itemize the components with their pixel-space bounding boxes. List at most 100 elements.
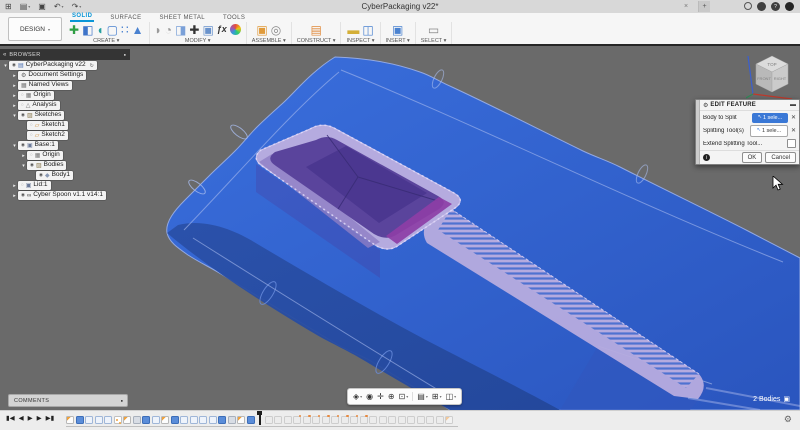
change-parameters-icon[interactable]: ƒx bbox=[217, 25, 227, 34]
insert-canvas-icon[interactable]: ▣ bbox=[392, 24, 403, 36]
tree-expand-icon[interactable]: ▾ bbox=[11, 143, 18, 149]
timeline-feature[interactable] bbox=[237, 416, 245, 424]
notifications-icon[interactable] bbox=[757, 2, 766, 11]
browser-collapse-icon[interactable]: « bbox=[3, 52, 6, 58]
construction-plane-icon[interactable]: ▤ bbox=[310, 24, 321, 36]
timeline-feature[interactable] bbox=[152, 416, 160, 424]
tree-node-chip[interactable]: ◉▤CyberPackaging v22↻ bbox=[9, 61, 97, 70]
extrude-icon[interactable]: ◧ bbox=[82, 24, 93, 36]
timeline-feature[interactable] bbox=[161, 416, 169, 424]
tree-expand-icon[interactable]: ▾ bbox=[11, 113, 18, 119]
new-component-icon[interactable]: ▣ bbox=[256, 24, 267, 36]
pattern-icon[interactable]: ∷ bbox=[121, 24, 129, 36]
job-status-icon[interactable] bbox=[744, 2, 752, 10]
pan-icon[interactable]: ✛ bbox=[377, 393, 384, 401]
profile-avatar-icon[interactable] bbox=[785, 2, 794, 11]
tree-expand-icon[interactable]: ▸ bbox=[11, 103, 18, 109]
tab-close-icon[interactable]: × bbox=[684, 0, 688, 13]
visibility-bulb-icon[interactable]: ○ bbox=[30, 153, 33, 158]
measure-icon[interactable]: ▬ bbox=[347, 24, 359, 36]
browser-item[interactable]: ▸○▦Origin bbox=[2, 151, 106, 160]
tab-tools[interactable]: TOOLS bbox=[221, 14, 247, 22]
timeline-settings-icon[interactable]: ⚙ bbox=[784, 415, 792, 424]
timeline-feature[interactable] bbox=[379, 416, 387, 424]
browser-item[interactable]: ▾◉▨Bodies bbox=[2, 161, 106, 170]
timeline-feature[interactable] bbox=[114, 416, 122, 424]
visibility-bulb-icon[interactable]: ○ bbox=[21, 183, 24, 188]
timeline-feature[interactable] bbox=[104, 416, 112, 424]
timeline-feature[interactable] bbox=[331, 416, 339, 424]
tree-node-chip[interactable]: ○▣Lid:1 bbox=[18, 181, 51, 190]
body-to-split-selection[interactable]: ↖ 1 sele... bbox=[752, 113, 788, 123]
info-icon[interactable]: i bbox=[703, 154, 710, 161]
tree-expand-icon[interactable]: ▸ bbox=[20, 153, 27, 159]
viewport-canvas[interactable]: TOP FRONT RIGHT « BROWSER ● ▾◉▤CyberPack… bbox=[0, 46, 800, 410]
section-analysis-icon[interactable]: ◫ bbox=[362, 24, 373, 36]
replace-face-icon[interactable]: ▣ bbox=[202, 24, 213, 36]
tree-node-chip[interactable]: ◉∞Cyber Spoon v1.1 v14:1 bbox=[18, 191, 106, 200]
workspace-switcher-button[interactable]: DESIGN ▾ bbox=[8, 17, 62, 41]
revolve-icon[interactable]: ▲ bbox=[132, 24, 144, 36]
timeline-feature[interactable] bbox=[76, 416, 84, 424]
viewcube-front-label[interactable]: FRONT bbox=[757, 76, 771, 81]
timeline-feature[interactable] bbox=[66, 416, 74, 424]
dialog-collapse-icon[interactable]: ▬ bbox=[790, 102, 796, 108]
timeline-feature[interactable] bbox=[171, 416, 179, 424]
fillet-icon[interactable]: ◔ bbox=[165, 24, 172, 36]
timeline-feature[interactable] bbox=[341, 416, 349, 424]
zoom-icon[interactable]: ⊕ bbox=[388, 393, 395, 401]
timeline-feature[interactable] bbox=[407, 416, 415, 424]
tree-node-chip[interactable]: ◉▨Sketches bbox=[18, 111, 64, 120]
visibility-bulb-icon[interactable]: ○ bbox=[30, 123, 33, 128]
move-copy-icon[interactable]: ✚ bbox=[189, 24, 199, 36]
tree-expand-icon[interactable]: ▸ bbox=[11, 93, 18, 99]
step-back-button[interactable]: ◀ bbox=[19, 416, 24, 423]
viewports-icon[interactable]: ◫▾ bbox=[446, 393, 457, 401]
tree-node-chip[interactable]: ○▦Origin bbox=[27, 151, 63, 160]
tab-sheet-metal[interactable]: SHEET METAL bbox=[157, 14, 207, 22]
shell-icon[interactable]: ◨ bbox=[175, 24, 186, 36]
redo-icon[interactable]: ↷▾ bbox=[72, 3, 82, 11]
dialog-drag-handle[interactable] bbox=[696, 100, 700, 164]
comments-panel-header[interactable]: COMMENTS ● bbox=[8, 394, 128, 407]
tree-expand-icon[interactable]: ▸ bbox=[11, 193, 18, 199]
undo-icon[interactable]: ↶▾ bbox=[54, 3, 64, 11]
browser-item[interactable]: ▾◉▣Base:1 bbox=[2, 141, 106, 150]
timeline-feature[interactable] bbox=[142, 416, 150, 424]
step-forward-button[interactable]: ▶ bbox=[37, 416, 42, 423]
fit-view-icon[interactable]: ⊡▾ bbox=[399, 393, 409, 401]
tree-expand-icon[interactable]: ▾ bbox=[20, 163, 27, 169]
timeline-feature[interactable] bbox=[199, 416, 207, 424]
timeline-feature[interactable] bbox=[218, 416, 226, 424]
tree-expand-icon[interactable]: ▾ bbox=[2, 63, 9, 69]
tree-expand-icon[interactable]: ▸ bbox=[11, 73, 18, 79]
view-cube[interactable]: TOP FRONT RIGHT bbox=[746, 48, 798, 104]
tab-solid[interactable]: SOLID bbox=[70, 12, 94, 22]
clear-selection-icon[interactable]: ✕ bbox=[791, 127, 796, 134]
timeline-feature[interactable] bbox=[190, 416, 198, 424]
3d-model-scene[interactable] bbox=[0, 46, 800, 410]
visibility-bulb-icon[interactable]: ◉ bbox=[39, 173, 43, 178]
press-pull-icon[interactable]: ◗ bbox=[155, 24, 162, 36]
comments-options-icon[interactable]: ● bbox=[121, 398, 123, 403]
timeline-feature[interactable] bbox=[274, 416, 282, 424]
tree-node-chip[interactable]: ○▱Sketch1 bbox=[27, 121, 68, 130]
timeline-feature[interactable] bbox=[312, 416, 320, 424]
timeline-feature[interactable] bbox=[322, 416, 330, 424]
browser-item[interactable]: ▾◉▨Sketches bbox=[2, 111, 106, 120]
dialog-header[interactable]: ⚙ EDIT FEATURE ▬ bbox=[700, 100, 799, 111]
timeline-feature[interactable] bbox=[85, 416, 93, 424]
browser-panel-header[interactable]: « BROWSER ● bbox=[0, 49, 130, 60]
timeline-feature[interactable] bbox=[293, 416, 301, 424]
browser-item[interactable]: ▸◉∞Cyber Spoon v1.1 v14:1 bbox=[2, 191, 106, 200]
timeline-feature[interactable] bbox=[123, 416, 131, 424]
orbit-icon[interactable]: ◈▾ bbox=[353, 393, 362, 401]
select-tool-icon[interactable]: ▭ bbox=[428, 24, 439, 36]
extend-splitting-tool-checkbox[interactable] bbox=[787, 139, 796, 148]
timeline-feature[interactable] bbox=[360, 416, 368, 424]
browser-item[interactable]: ▸○△Analysis bbox=[2, 101, 106, 110]
play-button[interactable]: ▶ bbox=[28, 416, 33, 423]
tree-node-chip[interactable]: ○▱Sketch2 bbox=[27, 131, 68, 140]
splitting-tools-selection[interactable]: ↖ 1 sele... bbox=[750, 125, 788, 137]
visibility-bulb-icon[interactable]: ◉ bbox=[21, 113, 25, 118]
